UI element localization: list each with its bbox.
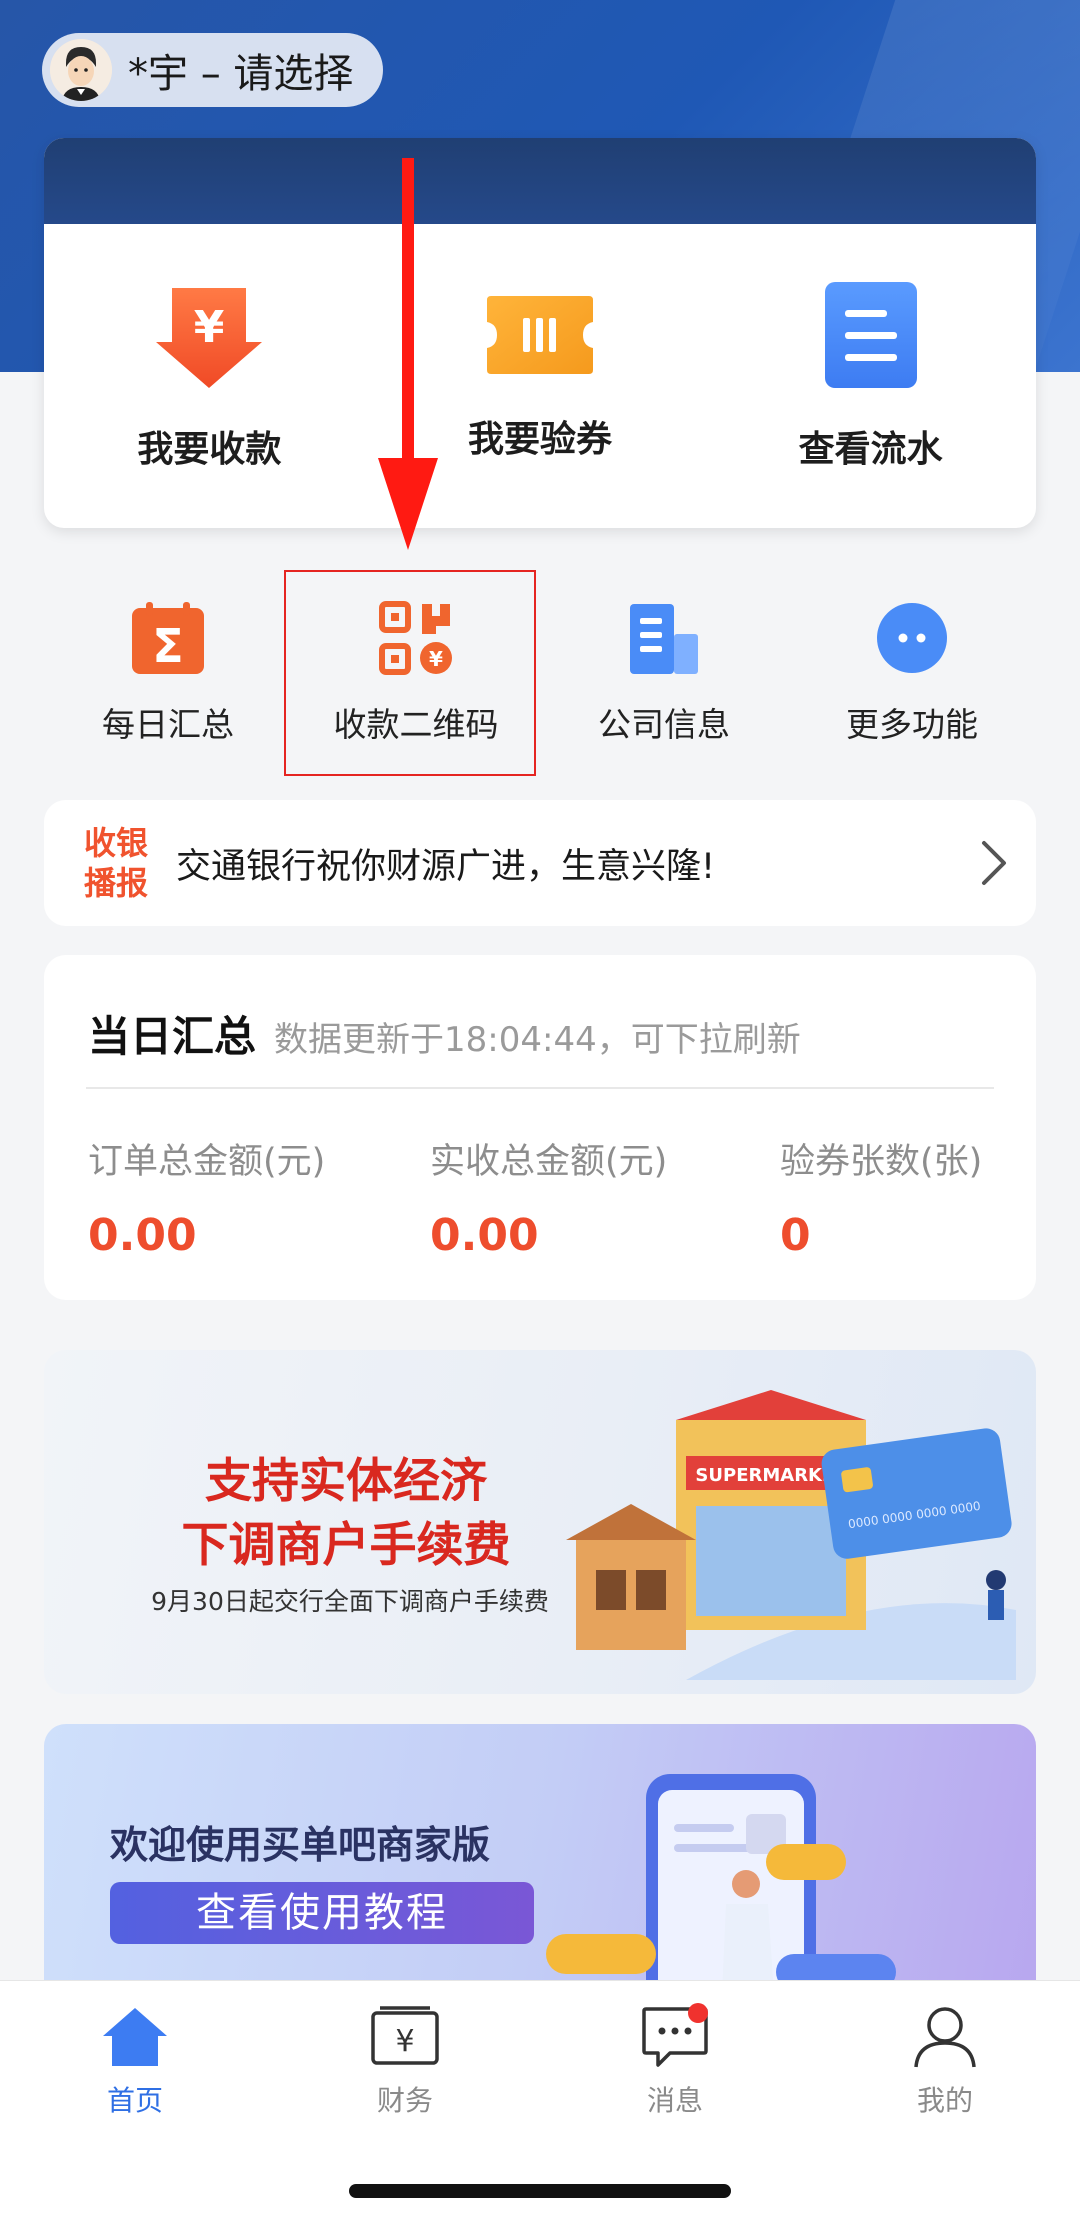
- coupon-count-value: 0: [780, 1210, 811, 1261]
- more-functions-button[interactable]: 更多功能: [788, 574, 1036, 774]
- verify-coupon-label: 我要验券: [468, 419, 613, 460]
- received-total-value: 0.00: [430, 1210, 539, 1261]
- banner-title-line2: 下调商户手续费: [181, 1518, 511, 1573]
- tab-messages[interactable]: 消息: [540, 1981, 810, 2141]
- order-total-label: 订单总金额(元): [88, 1142, 326, 1182]
- supermarket-illustration: SUPERMARKET 0000 0000 0000 0000: [566, 1390, 1016, 1680]
- coupon-count-label: 验券张数(张): [780, 1142, 983, 1182]
- function-grid: Σ 每日汇总 ¥ 收款二维码 公司信息 更多功能: [44, 574, 1036, 774]
- calendar-sigma-icon: Σ: [132, 602, 204, 674]
- ticket-icon: [487, 296, 593, 374]
- daily-summary-label: 每日汇总: [102, 705, 234, 744]
- yuan-down-arrow-icon: ¥: [156, 288, 263, 388]
- company-info-label: 公司信息: [598, 705, 730, 744]
- view-transactions-button[interactable]: 查看流水: [705, 224, 1036, 528]
- more-functions-label: 更多功能: [846, 705, 978, 744]
- annotation-arrow: [378, 158, 438, 550]
- svg-text:¥: ¥: [395, 2024, 414, 2059]
- view-tutorial-button[interactable]: 查看使用教程: [110, 1882, 534, 1944]
- daily-summary-card: 当日汇总 数据更新于18:04:44，可下拉刷新 订单总金额(元) 0.00 实…: [44, 955, 1036, 1300]
- home-icon: [103, 2008, 167, 2066]
- cashier-broadcast-bar[interactable]: 收银 播报 交通银行祝你财源广进，生意兴隆!: [44, 800, 1036, 926]
- tab-finance[interactable]: ¥ 财务: [270, 1981, 540, 2141]
- document-list-icon: [824, 282, 917, 388]
- fee-reduction-banner[interactable]: 支持实体经济 下调商户手续费 9月30日起交行全面下调商户手续费 SUPERMA…: [44, 1350, 1036, 1694]
- tab-messages-label: 消息: [646, 2084, 703, 2117]
- banner-title-line1: 支持实体经济: [205, 1454, 487, 1509]
- received-total-label: 实收总金额(元): [430, 1142, 668, 1182]
- coupon-count-stat: 验券张数(张) 0: [780, 1133, 982, 1261]
- broadcast-tag-line1: 收银: [84, 824, 149, 862]
- home-indicator: [349, 2184, 731, 2198]
- merchant-name: *宇 – 请选择: [128, 51, 354, 97]
- view-transactions-label: 查看流水: [798, 429, 943, 470]
- welcome-title: 欢迎使用买单吧商家版: [110, 1823, 491, 1867]
- highlight-box: [284, 570, 536, 776]
- broadcast-tag-line2: 播报: [84, 864, 149, 902]
- summary-title: 当日汇总: [88, 1012, 257, 1061]
- tab-home[interactable]: 首页: [0, 1981, 270, 2141]
- tab-profile[interactable]: 我的: [810, 1981, 1080, 2141]
- receive-payment-button[interactable]: ¥ 我要收款: [44, 224, 375, 528]
- receive-payment-label: 我要收款: [137, 429, 282, 470]
- order-total-value: 0.00: [88, 1210, 197, 1261]
- tab-profile-label: 我的: [916, 2084, 973, 2117]
- chevron-right-icon: [982, 841, 1006, 885]
- user-avatar-icon: [50, 39, 112, 101]
- quick-actions-card: ¥ 我要收款 我要验券 查看流水: [44, 138, 1036, 528]
- divider: [86, 1087, 994, 1089]
- broadcast-tag: 收银 播报: [84, 823, 160, 903]
- order-total-stat: 订单总金额(元) 0.00: [88, 1133, 325, 1261]
- tab-home-label: 首页: [106, 2084, 163, 2117]
- received-total-stat: 实收总金额(元) 0.00: [430, 1133, 667, 1261]
- welcome-banner[interactable]: 欢迎使用买单吧商家版 查看使用教程: [44, 1724, 1036, 2014]
- building-icon: [630, 604, 698, 674]
- summary-updated-time: 数据更新于18:04:44，可下拉刷新: [274, 1020, 801, 1060]
- finance-yuan-icon: ¥: [371, 2006, 439, 2065]
- person-icon: [914, 2007, 976, 2068]
- banner-title: 支持实体经济 下调商户手续费: [116, 1450, 576, 1578]
- svg-text:¥: ¥: [194, 302, 225, 353]
- avatar: [50, 39, 112, 101]
- daily-summary-button[interactable]: Σ 每日汇总: [44, 574, 292, 774]
- broadcast-message: 交通银行祝你财源广进，生意兴隆!: [176, 846, 716, 887]
- banner-subtitle: 9月30日起交行全面下调商户手续费: [151, 1587, 549, 1616]
- unread-badge: [688, 2003, 708, 2023]
- merchant-selector[interactable]: *宇 – 请选择: [42, 33, 384, 107]
- company-info-button[interactable]: 公司信息: [540, 574, 788, 774]
- card-header-strip: [44, 138, 1036, 224]
- phone-illustration: [546, 1774, 896, 2014]
- svg-text:Σ: Σ: [152, 619, 183, 673]
- tab-finance-label: 财务: [376, 2084, 433, 2117]
- more-dots-icon: [877, 603, 947, 673]
